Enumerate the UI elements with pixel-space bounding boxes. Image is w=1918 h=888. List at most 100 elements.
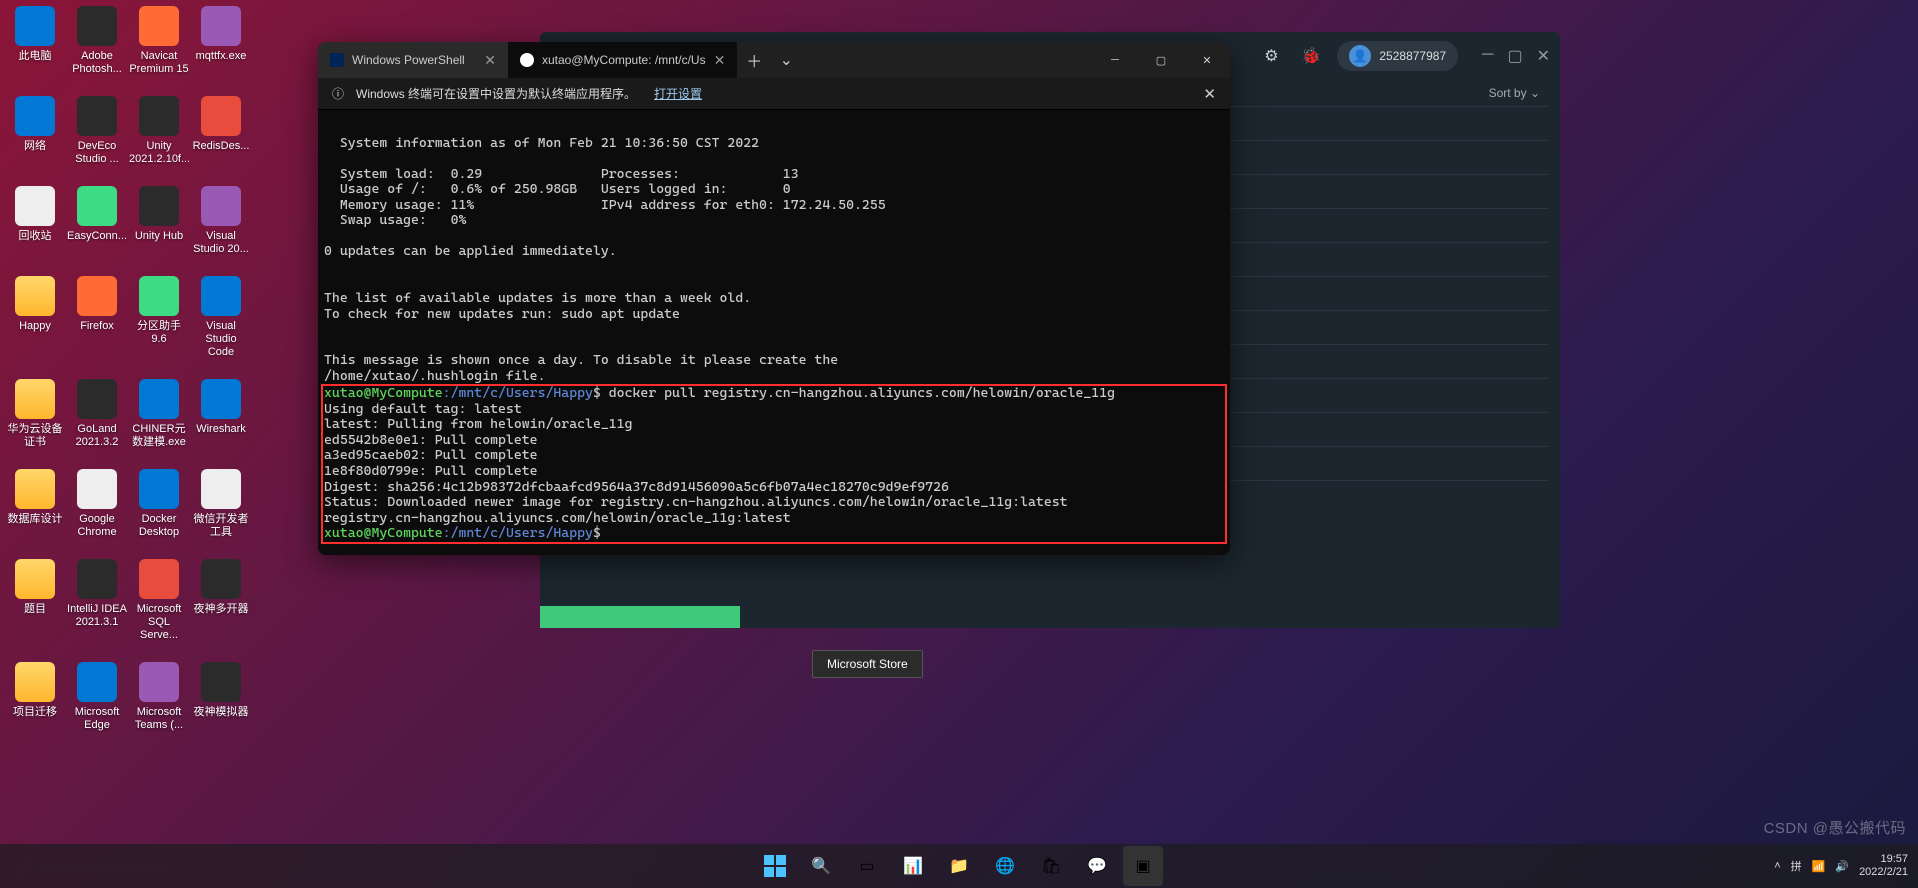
new-tab-button[interactable]: ＋ bbox=[737, 42, 771, 78]
task-view-button[interactable]: ▭ bbox=[847, 846, 887, 886]
terminal-output[interactable]: System information as of Mon Feb 21 10:3… bbox=[318, 110, 1230, 555]
open-settings-link[interactable]: 打开设置 bbox=[654, 85, 702, 102]
desktop-icon[interactable]: 题目 bbox=[4, 559, 66, 642]
explorer-button[interactable]: 📁 bbox=[939, 846, 979, 886]
minimize-icon[interactable]: ─ bbox=[1482, 46, 1493, 66]
network-icon[interactable]: 📶 bbox=[1812, 860, 1826, 873]
desktop-icon[interactable]: Microsoft Teams (... bbox=[128, 662, 190, 732]
tab-wsl[interactable]: xutao@MyCompute: /mnt/c/Us ✕ bbox=[508, 42, 737, 78]
close-tab-icon[interactable]: ✕ bbox=[714, 52, 726, 69]
desktop-icon[interactable]: Unity 2021.2.10f... bbox=[128, 96, 190, 166]
desktop-icon[interactable]: 分区助手 9.6 bbox=[128, 276, 190, 359]
desktop-icon[interactable]: Visual Studio Code bbox=[190, 276, 252, 359]
icon-label: Firefox bbox=[80, 320, 114, 333]
icon-label: CHINER元数建模.exe bbox=[129, 423, 189, 449]
tux-icon bbox=[520, 53, 534, 67]
desktop-icon[interactable]: Visual Studio 20... bbox=[190, 186, 252, 256]
desktop-icon[interactable]: Unity Hub bbox=[128, 186, 190, 256]
icon-label: EasyConn... bbox=[67, 230, 127, 243]
desktop-icon[interactable]: CHINER元数建模.exe bbox=[128, 379, 190, 449]
desktop-icon[interactable]: EasyConn... bbox=[66, 186, 128, 256]
gear-icon[interactable]: ⚙ bbox=[1257, 42, 1285, 70]
app-button[interactable]: 💬 bbox=[1077, 846, 1117, 886]
app-icon bbox=[201, 186, 241, 226]
tab-powershell[interactable]: Windows PowerShell ✕ bbox=[318, 42, 508, 78]
info-bar: ⓘ Windows 终端可在设置中设置为默认终端应用程序。 打开设置 ✕ bbox=[318, 78, 1230, 110]
desktop-icon[interactable]: 网络 bbox=[4, 96, 66, 166]
desktop-icon[interactable]: DevEco Studio ... bbox=[66, 96, 128, 166]
terminal-taskbar-button[interactable]: ▣ bbox=[1123, 846, 1163, 886]
desktop-icon[interactable]: GoLand 2021.3.2 bbox=[66, 379, 128, 449]
icon-label: 回收站 bbox=[19, 230, 52, 243]
desktop-icon[interactable]: 夜神模拟器 bbox=[190, 662, 252, 732]
store-button[interactable]: 🛍 bbox=[1031, 846, 1071, 886]
edge-button[interactable]: 🌐 bbox=[985, 846, 1025, 886]
desktop-icon[interactable]: Happy bbox=[4, 276, 66, 359]
app-icon bbox=[15, 96, 55, 136]
app-icon bbox=[15, 559, 55, 599]
desktop-icon[interactable]: RedisDes... bbox=[190, 96, 252, 166]
dismiss-info-icon[interactable]: ✕ bbox=[1203, 85, 1216, 103]
desktop-icon[interactable]: Microsoft Edge bbox=[66, 662, 128, 732]
icon-label: GoLand 2021.3.2 bbox=[67, 423, 127, 449]
icon-label: mqttfx.exe bbox=[196, 50, 247, 63]
system-tray[interactable]: ˄ 拼 📶 🔊 19:57 2022/2/21 bbox=[1774, 853, 1908, 879]
close-button[interactable]: ✕ bbox=[1184, 42, 1230, 78]
desktop: 此电脑Adobe Photosh...Navicat Premium 15 mqt… bbox=[0, 0, 256, 738]
icon-label: Happy bbox=[19, 320, 51, 333]
desktop-icon[interactable]: 微信开发者工具 bbox=[190, 469, 252, 539]
app-icon bbox=[139, 379, 179, 419]
desktop-icon[interactable]: Microsoft SQL Serve... bbox=[128, 559, 190, 642]
maximize-icon[interactable]: ▢ bbox=[1507, 46, 1522, 66]
close-icon[interactable]: ✕ bbox=[1537, 46, 1550, 66]
icon-label: 题目 bbox=[24, 603, 46, 616]
search-button[interactable]: 🔍 bbox=[801, 846, 841, 886]
desktop-icon[interactable]: Wireshark bbox=[190, 379, 252, 449]
desktop-icon[interactable]: Navicat Premium 15 bbox=[128, 6, 190, 76]
desktop-icon[interactable]: Adobe Photosh... bbox=[66, 6, 128, 76]
icon-label: 微信开发者工具 bbox=[191, 513, 251, 539]
desktop-icon[interactable]: 华为云设备证书 bbox=[4, 379, 66, 449]
icon-label: 数据库设计 bbox=[8, 513, 63, 526]
user-pill[interactable]: 👤 2528877987 bbox=[1337, 41, 1458, 71]
maximize-button[interactable]: ▢ bbox=[1138, 42, 1184, 78]
app-icon bbox=[201, 96, 241, 136]
app-icon bbox=[15, 379, 55, 419]
icon-label: 网络 bbox=[24, 140, 46, 153]
desktop-icon[interactable]: 回收站 bbox=[4, 186, 66, 256]
desktop-icon[interactable]: Docker Desktop bbox=[128, 469, 190, 539]
app-icon bbox=[139, 469, 179, 509]
app-icon bbox=[77, 469, 117, 509]
minimize-button[interactable]: ─ bbox=[1092, 42, 1138, 78]
icon-label: 夜神多开器 bbox=[194, 603, 249, 616]
icon-label: IntelliJ IDEA 2021.3.1 bbox=[67, 603, 127, 629]
watermark: CSDN @愚公搬代码 bbox=[1764, 817, 1906, 838]
desktop-icon[interactable]: Firefox bbox=[66, 276, 128, 359]
desktop-icon[interactable]: mqttfx.exe bbox=[190, 6, 252, 76]
desktop-icon[interactable]: 项目迁移 bbox=[4, 662, 66, 732]
icon-label: 夜神模拟器 bbox=[194, 706, 249, 719]
close-tab-icon[interactable]: ✕ bbox=[484, 52, 496, 69]
app-icon bbox=[77, 186, 117, 226]
desktop-icon[interactable]: IntelliJ IDEA 2021.3.1 bbox=[66, 559, 128, 642]
volume-icon[interactable]: 🔊 bbox=[1835, 860, 1849, 873]
icon-label: Google Chrome bbox=[67, 513, 127, 539]
clock[interactable]: 19:57 2022/2/21 bbox=[1859, 853, 1908, 879]
icon-label: Unity 2021.2.10f... bbox=[129, 140, 189, 166]
icon-label: Visual Studio 20... bbox=[191, 230, 251, 256]
highlighted-command-block: xutao@MyCompute:/mnt/c/Users/Happy$ dock… bbox=[321, 384, 1227, 543]
desktop-icon[interactable]: 此电脑 bbox=[4, 6, 66, 76]
tab-dropdown[interactable]: ⌄ bbox=[771, 42, 801, 78]
icon-label: Adobe Photosh... bbox=[67, 50, 127, 76]
desktop-icon[interactable]: 数据库设计 bbox=[4, 469, 66, 539]
tray-chevron-icon[interactable]: ˄ bbox=[1774, 860, 1780, 872]
icon-label: Docker Desktop bbox=[129, 513, 189, 539]
input-method-icon[interactable]: 拼 bbox=[1791, 858, 1802, 874]
desktop-icon[interactable]: Google Chrome bbox=[66, 469, 128, 539]
desktop-icon[interactable]: 夜神多开器 bbox=[190, 559, 252, 642]
app-icon bbox=[15, 276, 55, 316]
app-icon bbox=[15, 6, 55, 46]
start-button[interactable] bbox=[755, 846, 795, 886]
widgets-button[interactable]: 📊 bbox=[893, 846, 933, 886]
bug-icon[interactable]: 🐞 bbox=[1297, 42, 1325, 70]
